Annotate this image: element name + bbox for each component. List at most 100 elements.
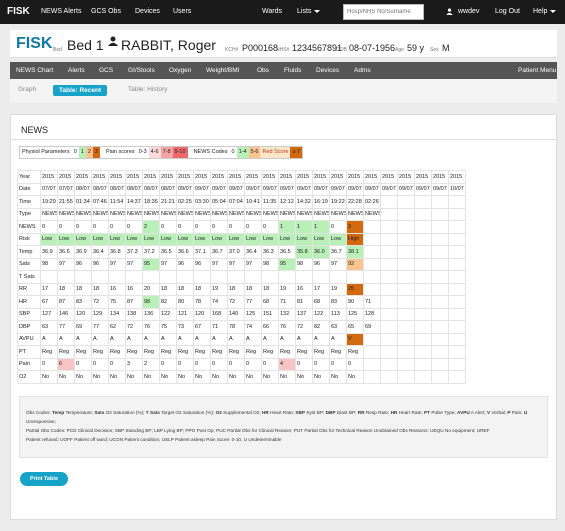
table-cell: 36.4 [244,245,262,259]
table-cell: 36.7 [329,245,347,259]
tab-oxygen[interactable]: Oxygen [169,62,191,79]
table-cell: 36.4 [91,245,109,259]
table-cell: Reg [312,345,330,359]
nav-devices[interactable]: Devices [135,0,160,24]
table-cell: 18 [193,282,211,296]
table-cell [363,282,381,296]
table-cell [431,307,449,321]
nav-users[interactable]: Users [173,0,191,24]
age-value: 59 y [407,43,425,53]
obs-code: P Pain; [507,410,523,415]
table-cell: 83 [74,295,92,309]
table-row: T Sats [17,270,466,284]
table-cell: 4 [278,357,296,371]
table-cell: 71 [210,320,228,334]
table-cell: 17 [40,282,58,296]
tab-fluids[interactable]: Fluids [284,62,301,79]
table-cell: Low [312,232,330,246]
table-cell [431,232,449,246]
tab-news-chart[interactable]: NEWS Chart [16,62,53,79]
tab-adms[interactable]: Adms [354,62,371,79]
table-cell: NEWS [346,207,364,221]
table-cell [448,232,466,246]
table-cell: Low [142,232,160,246]
table-cell [363,270,381,284]
kch-label: KCH# [225,47,239,53]
user-menu[interactable]: wwdev [446,0,479,24]
table-cell [380,207,398,221]
print-table-button[interactable]: Print Table [20,472,68,486]
table-cell: 2015 [397,170,415,184]
patient-menu-button[interactable]: Patient Menu [518,62,556,79]
table-cell: 87 [125,295,143,309]
tab-obs[interactable]: Obs [257,62,269,79]
table-cell: NEWS [142,207,160,221]
table-row: Type NEWS NEWS NEWS NEWS NEWS NEWS NEWS NEWS NEWS… [17,207,466,221]
table-cell: No [329,370,347,384]
row-label: O2 [17,370,41,384]
divider [11,139,558,140]
table-cell: 0 [227,220,245,234]
help-menu[interactable]: Help [533,0,557,24]
table-cell: 11:54 [108,195,126,209]
table-cell: NEWS [159,207,177,221]
nav-wards[interactable]: Wards [262,0,282,24]
table-cell: 67 [40,295,58,309]
nav-lists[interactable]: Lists [297,0,321,24]
table-cell: 96 [312,257,330,271]
table-cell: 09/07 [193,182,211,196]
table-cell: 0 [176,357,194,371]
tab-table-recent[interactable]: Table: Recent [53,85,108,96]
dob-label: DOB [336,47,347,53]
table-cell [108,270,126,284]
table-cell: 2015 [176,170,194,184]
tab-gi-stools[interactable]: GI/Stools [128,62,155,79]
table-cell: 98 [142,295,160,309]
table-cell [380,270,398,284]
table-cell: A [227,332,245,346]
tab-alerts[interactable]: Alerts [68,62,85,79]
table-cell: 0 [312,357,330,371]
table-cell [448,332,466,346]
table-cell: NEWS [108,207,126,221]
table-row: Temp 36.9 36.6 36.9 36.4 36.8 37.3 37.2 36.5 36.6… [17,245,466,259]
table-cell: 78 [193,295,211,309]
tab-table-history[interactable]: Table: History [128,86,167,93]
table-cell: Low [176,232,194,246]
table-cell [193,270,211,284]
search-input[interactable] [343,4,424,20]
table-cell [414,245,432,259]
table-cell: 97 [57,257,75,271]
table-cell [397,332,415,346]
nav-gcs-obs[interactable]: GCS Obs [91,0,121,24]
tab-graph[interactable]: Graph [18,86,36,93]
table-cell: Reg [278,345,296,359]
table-cell: No [142,370,160,384]
table-cell: 2015 [329,170,347,184]
logout-link[interactable]: Log Out [495,0,520,24]
table-cell [176,270,194,284]
nav-news-alerts[interactable]: NEWS Alerts [41,0,81,24]
table-cell [363,332,381,346]
physio-2: 2 [85,147,93,158]
table-cell: 63 [329,320,347,334]
nhs-number: 1234567891 [292,43,343,53]
table-cell [414,207,432,221]
tab-weight-bmi[interactable]: Weight/BMI [206,62,239,79]
brand-logo[interactable]: FISK [7,0,30,24]
table-cell [448,307,466,321]
table-cell: NEWS [176,207,194,221]
table-cell: 18 [159,282,177,296]
table-cell [142,270,160,284]
table-row: PT Reg Reg Reg Reg Reg Reg Reg Reg Reg Reg Reg Reg Re… [17,345,466,359]
table-cell: Reg [244,345,262,359]
table-cell: 08/07 [159,182,177,196]
table-cell: 125 [346,307,364,321]
tab-devices[interactable]: Devices [316,62,339,79]
table-cell [380,220,398,234]
tab-gcs[interactable]: GCS [99,62,113,79]
table-cell: 14:32 [295,195,313,209]
table-cell: 98 [295,257,313,271]
table-cell: 07/07 [40,182,58,196]
bed-label: Bed [53,47,62,53]
